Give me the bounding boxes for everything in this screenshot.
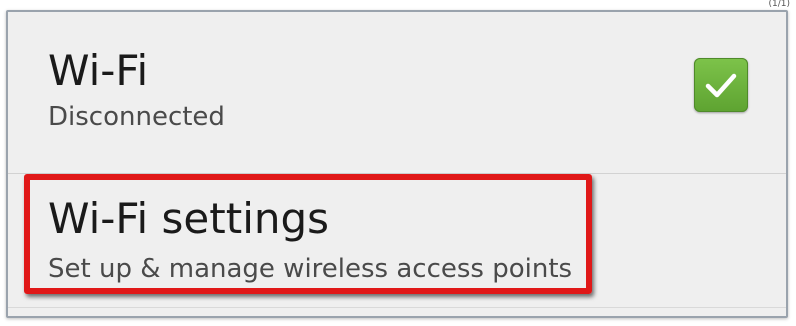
settings-panel: Wi-Fi Disconnected Wi-Fi settings Set up… bbox=[6, 10, 788, 318]
wifi-status: Disconnected bbox=[48, 102, 225, 132]
corner-label: (1/1) bbox=[768, 0, 790, 9]
checkmark-icon bbox=[705, 73, 737, 98]
wifi-settings-row[interactable]: Wi-Fi settings Set up & manage wireless … bbox=[8, 174, 786, 308]
wifi-title: Wi-Fi bbox=[48, 46, 149, 95]
wifi-toggle-row[interactable]: Wi-Fi Disconnected bbox=[8, 12, 786, 174]
wifi-settings-title: Wi-Fi settings bbox=[48, 194, 330, 243]
wifi-settings-description: Set up & manage wireless access points bbox=[48, 254, 573, 284]
wifi-checkbox[interactable] bbox=[694, 58, 748, 112]
